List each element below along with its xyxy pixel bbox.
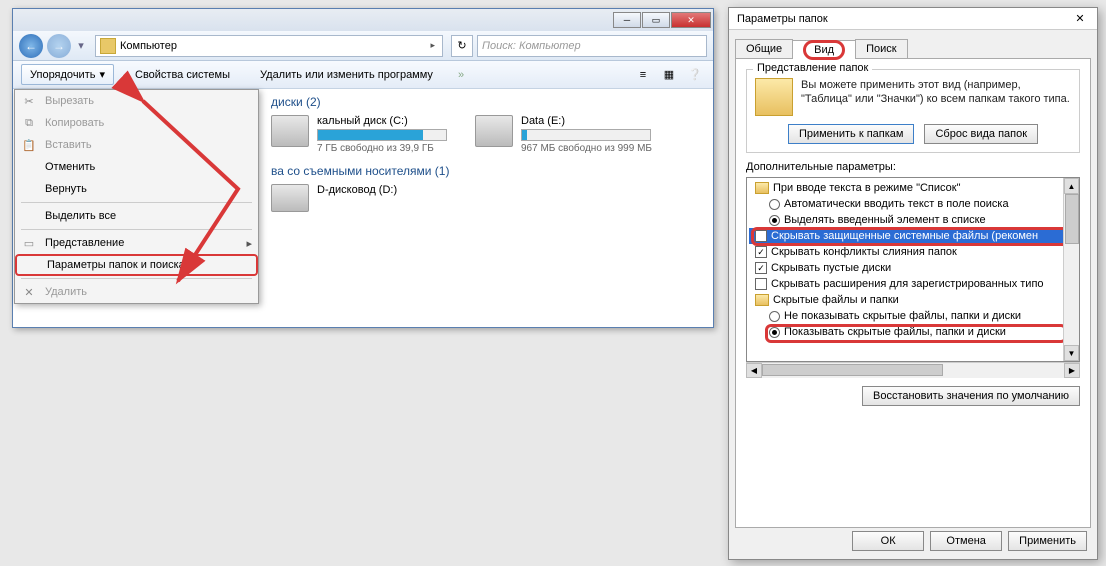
dialog-title: Параметры папок <box>737 13 828 25</box>
minimize-button[interactable]: ─ <box>613 12 641 28</box>
menu-paste[interactable]: 📋Вставить <box>15 134 258 156</box>
tree-item[interactable]: Выделять введенный элемент в списке <box>749 212 1077 228</box>
restore-defaults-button[interactable]: Восстановить значения по умолчанию <box>862 386 1080 406</box>
refresh-button[interactable]: ↻ <box>451 35 473 57</box>
radio-icon[interactable] <box>769 327 780 338</box>
tree-item-hide-protected[interactable]: Скрывать защищенные системные файлы (рек… <box>749 228 1077 244</box>
scroll-up-icon[interactable]: ▲ <box>1064 178 1079 194</box>
folder-icon <box>755 78 793 116</box>
organize-menu: ✂Вырезать ⧉Копировать 📋Вставить Отменить… <box>14 89 259 304</box>
tab-general[interactable]: Общие <box>735 39 793 58</box>
checkbox-icon[interactable] <box>755 246 767 258</box>
vertical-scrollbar[interactable]: ▲ ▼ <box>1063 178 1079 361</box>
views-icon[interactable]: ▦ <box>659 65 679 85</box>
radio-icon[interactable] <box>769 199 780 210</box>
drive-icon <box>271 115 309 147</box>
help-icon[interactable]: ❔ <box>685 65 705 85</box>
breadcrumb[interactable]: Компьютер <box>120 40 427 52</box>
address-bar[interactable]: Компьютер ▸ <box>95 35 443 57</box>
history-dropdown[interactable]: ▾ <box>75 34 87 58</box>
dvd-icon <box>271 184 309 212</box>
forward-button[interactable]: → <box>47 34 71 58</box>
menu-layout[interactable]: ▭Представление <box>15 232 258 254</box>
menu-select-all[interactable]: Выделить все <box>15 205 258 227</box>
folder-icon <box>755 182 769 194</box>
computer-icon <box>100 38 116 54</box>
copy-icon: ⧉ <box>21 115 37 131</box>
tree-item[interactable]: Скрывать конфликты слияния папок <box>749 244 1077 260</box>
radio-icon[interactable] <box>769 215 780 226</box>
explorer-titlebar: ─ ▭ ✕ <box>13 9 713 31</box>
radio-icon[interactable] <box>769 311 780 322</box>
disks-header: диски (2) <box>271 95 703 109</box>
apply-button[interactable]: Применить <box>1008 531 1087 551</box>
apply-to-folders-button[interactable]: Применить к папкам <box>788 124 915 144</box>
tree-item[interactable]: Автоматически вводить текст в поле поиск… <box>749 196 1077 212</box>
search-input[interactable]: Поиск: Компьютер <box>477 35 707 57</box>
nav-bar: ← → ▾ Компьютер ▸ ↻ Поиск: Компьютер <box>13 31 713 61</box>
system-properties-button[interactable]: Свойства системы <box>126 65 239 85</box>
organize-button[interactable]: Упорядочить ▾ <box>21 64 114 85</box>
menu-copy[interactable]: ⧉Копировать <box>15 112 258 134</box>
tree-item[interactable]: Не показывать скрытые файлы, папки и дис… <box>749 308 1077 324</box>
tabs: Общие Вид Поиск <box>729 34 1097 58</box>
paste-icon: 📋 <box>21 137 37 153</box>
horizontal-scrollbar[interactable]: ◀ ▶ <box>746 362 1080 378</box>
folder-icon <box>755 294 769 306</box>
tab-panel-view: Представление папок Вы можете применить … <box>735 58 1091 528</box>
view-options-icon[interactable]: ≡ <box>633 65 653 85</box>
drive-icon <box>475 115 513 147</box>
checkbox-icon[interactable] <box>755 278 767 290</box>
back-button[interactable]: ← <box>19 34 43 58</box>
uninstall-program-button[interactable]: Удалить или изменить программу <box>251 65 442 85</box>
delete-icon: ✕ <box>21 284 37 300</box>
advanced-settings-label: Дополнительные параметры: <box>746 161 1080 173</box>
menu-undo[interactable]: Отменить <box>15 156 258 178</box>
tree-item-show-hidden[interactable]: Показывать скрытые файлы, папки и диски <box>749 324 1077 340</box>
removable-header: ва со съемными носителями (1) <box>271 164 703 178</box>
menu-delete[interactable]: ✕Удалить <box>15 281 258 303</box>
tree-item[interactable]: Скрывать пустые диски <box>749 260 1077 276</box>
scroll-thumb[interactable] <box>1065 194 1079 244</box>
explorer-window: ─ ▭ ✕ ← → ▾ Компьютер ▸ ↻ Поиск: Компьют… <box>12 8 714 328</box>
scroll-thumb[interactable] <box>762 364 943 376</box>
checkbox-icon[interactable] <box>755 262 767 274</box>
cut-icon: ✂ <box>21 93 37 109</box>
menu-folder-options[interactable]: Параметры папок и поиска <box>15 254 258 276</box>
scroll-right-icon[interactable]: ▶ <box>1064 363 1080 378</box>
checkbox-icon[interactable] <box>755 230 767 242</box>
drive-c[interactable]: кальный диск (C:) 7 ГБ свободно из 39,9 … <box>271 115 447 154</box>
explorer-content: диски (2) кальный диск (C:) 7 ГБ свободн… <box>261 89 713 327</box>
ok-button[interactable]: ОК <box>852 531 924 551</box>
tab-search[interactable]: Поиск <box>855 39 907 58</box>
scroll-down-icon[interactable]: ▼ <box>1064 345 1079 361</box>
toolbar-overflow[interactable]: » <box>454 69 468 81</box>
folder-options-dialog: Параметры папок ✕ Общие Вид Поиск Предст… <box>728 7 1098 560</box>
layout-icon: ▭ <box>21 235 37 251</box>
cancel-button[interactable]: Отмена <box>930 531 1002 551</box>
tab-view[interactable]: Вид <box>792 40 856 59</box>
menu-redo[interactable]: Вернуть <box>15 178 258 200</box>
toolbar: Упорядочить ▾ Свойства системы Удалить и… <box>13 61 713 89</box>
dialog-footer: ОК Отмена Применить <box>852 531 1087 551</box>
tree-item[interactable]: Скрытые файлы и папки <box>749 292 1077 308</box>
close-button[interactable]: ✕ <box>671 12 711 28</box>
maximize-button[interactable]: ▭ <box>642 12 670 28</box>
drive-dvd[interactable]: D-дисковод (D:) <box>271 184 703 212</box>
tree-item[interactable]: Скрывать расширения для зарегистрированн… <box>749 276 1077 292</box>
scroll-left-icon[interactable]: ◀ <box>746 363 762 378</box>
group-folder-view: Представление папок Вы можете применить … <box>746 69 1080 153</box>
reset-folders-button[interactable]: Сброс вида папок <box>924 124 1038 144</box>
drive-e[interactable]: Data (E:) 967 МБ свободно из 999 МБ <box>475 115 652 154</box>
chevron-right-icon[interactable]: ▸ <box>430 40 435 51</box>
dialog-titlebar: Параметры папок ✕ <box>729 8 1097 30</box>
tree-item[interactable]: При вводе текста в режиме "Список" <box>749 180 1077 196</box>
advanced-settings-tree[interactable]: При вводе текста в режиме "Список" Автом… <box>746 177 1080 362</box>
menu-cut[interactable]: ✂Вырезать <box>15 90 258 112</box>
dialog-close-button[interactable]: ✕ <box>1071 10 1089 28</box>
